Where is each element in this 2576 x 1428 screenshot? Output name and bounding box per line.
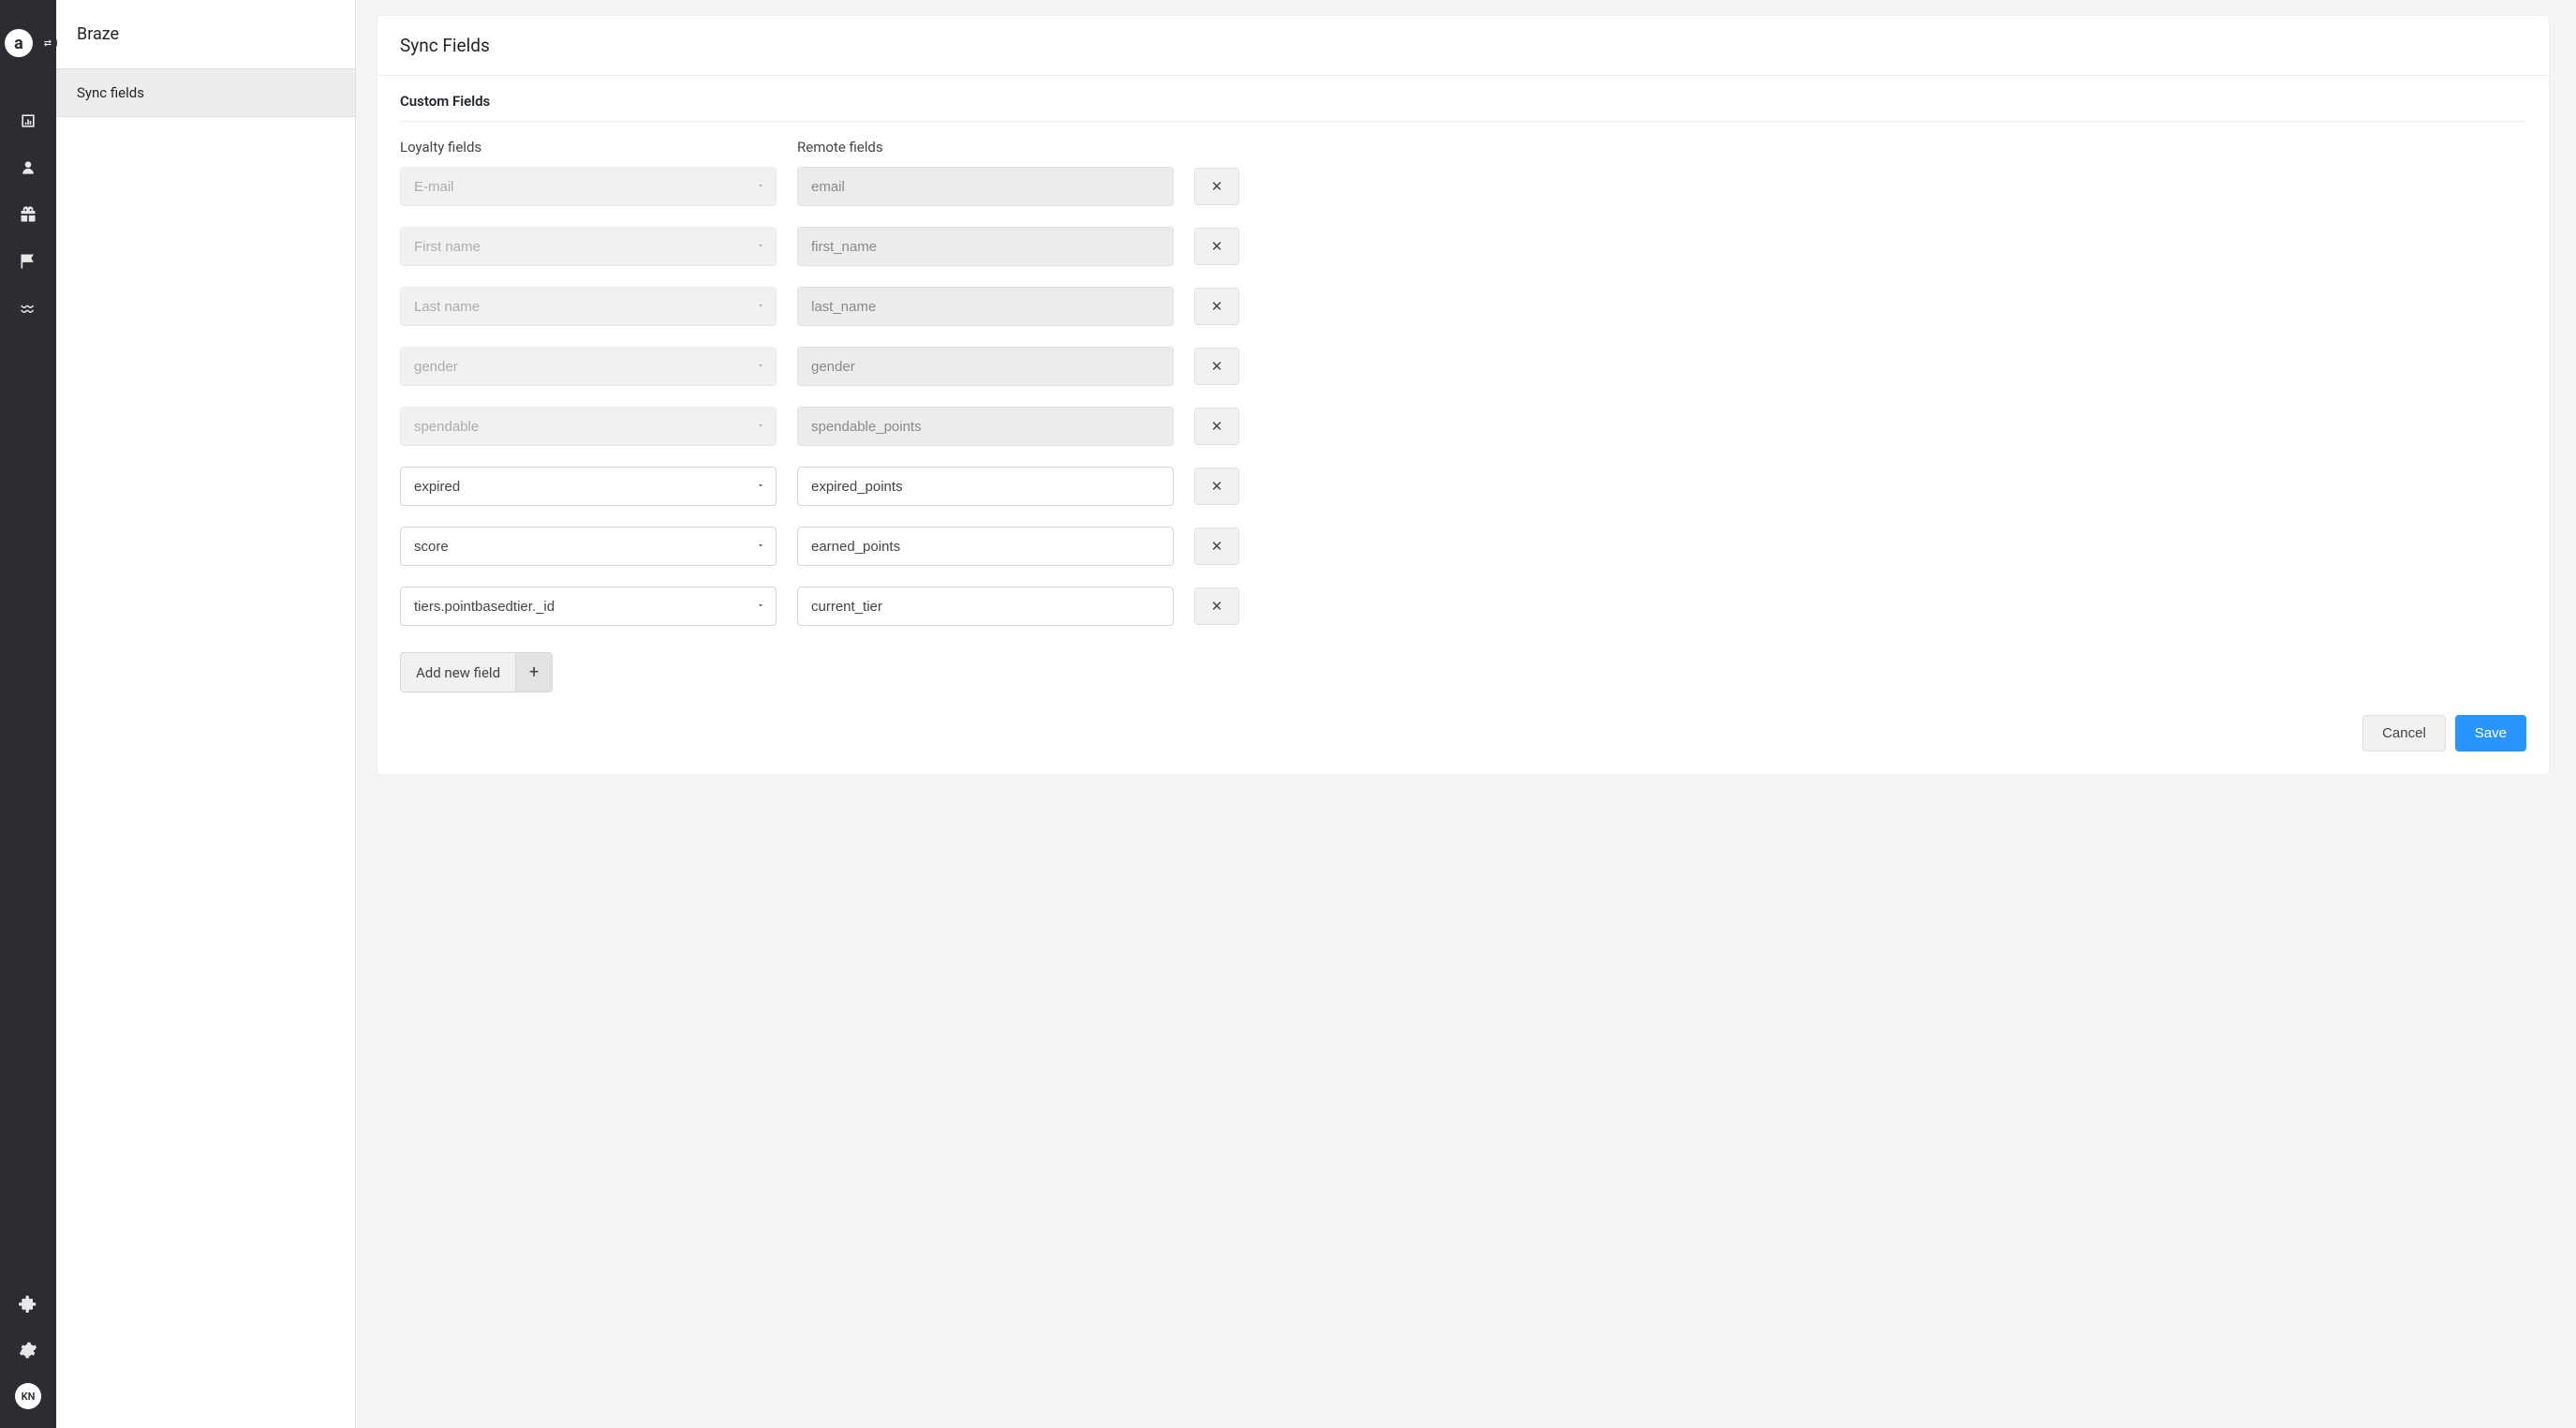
remote-field-input[interactable] xyxy=(797,587,1174,626)
rail-item-users[interactable] xyxy=(0,144,56,191)
remove-row-button[interactable]: ✕ xyxy=(1194,228,1239,265)
loyalty-field-select[interactable]: expired xyxy=(400,467,777,506)
side-panel: Braze Sync fields xyxy=(56,0,356,1428)
close-icon: ✕ xyxy=(1211,358,1223,375)
loyalty-field-select: spendable xyxy=(400,407,777,446)
card-body: Custom Fields Loyalty fields Remote fiel… xyxy=(378,76,2549,774)
loyalty-select-wrap: score xyxy=(400,527,777,566)
user-avatar[interactable]: KN xyxy=(15,1383,41,1409)
loyalty-select-wrap: tiers.pointbasedtier._id xyxy=(400,587,777,626)
loyalty-select-wrap: E-mail xyxy=(400,167,777,206)
logo-circle: a xyxy=(5,29,33,57)
puzzle-icon xyxy=(19,1294,37,1313)
sidebar-item-sync-fields[interactable]: Sync fields xyxy=(56,68,355,117)
close-icon: ✕ xyxy=(1211,418,1223,435)
loyalty-select-wrap: expired xyxy=(400,467,777,506)
remote-input-wrap xyxy=(797,407,1174,446)
sync-fields-card: Sync Fields Custom Fields Loyalty fields… xyxy=(377,15,2550,775)
remove-row-button[interactable]: ✕ xyxy=(1194,528,1239,565)
field-row: score ✕ xyxy=(400,527,2526,566)
remove-row-button[interactable]: ✕ xyxy=(1194,348,1239,385)
remote-input-wrap xyxy=(797,467,1174,506)
remove-row-button[interactable]: ✕ xyxy=(1194,408,1239,445)
nav-rail: a ⇄ KN xyxy=(0,0,56,1428)
loyalty-select-wrap: First name xyxy=(400,227,777,266)
swap-icon: ⇄ xyxy=(38,34,57,52)
rail-item-settings[interactable] xyxy=(0,1327,56,1374)
remote-field-input xyxy=(797,167,1174,206)
users-icon xyxy=(19,158,37,177)
app-root: a ⇄ KN Braze Sync fie xyxy=(0,0,2576,1428)
waves-icon xyxy=(19,299,37,318)
loyalty-field-select[interactable]: tiers.pointbasedtier._id xyxy=(400,587,777,626)
close-icon: ✕ xyxy=(1211,598,1223,615)
plus-icon: + xyxy=(515,653,552,692)
close-icon: ✕ xyxy=(1211,538,1223,555)
loyalty-select-wrap: gender xyxy=(400,347,777,386)
field-rows: E-mail✕First name✕Last name✕gender✕spend… xyxy=(400,167,2526,626)
rail-item-audiences[interactable] xyxy=(0,285,56,332)
loyalty-select-wrap: Last name xyxy=(400,287,777,326)
remote-input-wrap xyxy=(797,167,1174,206)
remote-input-wrap xyxy=(797,587,1174,626)
rail-item-campaigns[interactable] xyxy=(0,238,56,285)
actions-row: Cancel Save xyxy=(400,715,2526,751)
remote-field-input xyxy=(797,287,1174,326)
remote-input-wrap xyxy=(797,527,1174,566)
avatar-initials: KN xyxy=(22,1391,36,1403)
field-row: E-mail ✕ xyxy=(400,167,2526,206)
field-row: First name ✕ xyxy=(400,227,2526,266)
loyalty-field-select[interactable]: score xyxy=(400,527,777,566)
logo-letter: a xyxy=(14,34,23,53)
col-remote-label: Remote fields xyxy=(797,139,1174,156)
loyalty-field-select: E-mail xyxy=(400,167,777,206)
loyalty-select-wrap: spendable xyxy=(400,407,777,446)
columns-header: Loyalty fields Remote fields xyxy=(400,139,2526,156)
panel-title: Braze xyxy=(56,0,355,68)
rail-item-integrations[interactable] xyxy=(0,1280,56,1327)
field-row: gender ✕ xyxy=(400,347,2526,386)
remote-input-wrap xyxy=(797,227,1174,266)
close-icon: ✕ xyxy=(1211,238,1223,255)
col-loyalty-label: Loyalty fields xyxy=(400,139,777,156)
loyalty-field-select: gender xyxy=(400,347,777,386)
field-row: expired ✕ xyxy=(400,467,2526,506)
close-icon: ✕ xyxy=(1211,178,1223,195)
remote-field-input[interactable] xyxy=(797,467,1174,506)
card-title: Sync Fields xyxy=(378,16,2549,76)
save-button[interactable]: Save xyxy=(2455,715,2526,751)
field-row: spendable ✕ xyxy=(400,407,2526,446)
gear-icon xyxy=(19,1341,37,1360)
cancel-button[interactable]: Cancel xyxy=(2362,715,2446,751)
field-row: Last name ✕ xyxy=(400,287,2526,326)
remote-input-wrap xyxy=(797,347,1174,386)
remove-row-button[interactable]: ✕ xyxy=(1194,468,1239,505)
remote-field-input xyxy=(797,347,1174,386)
gift-icon xyxy=(19,205,37,224)
dashboard-icon xyxy=(19,112,37,130)
remove-row-button[interactable]: ✕ xyxy=(1194,588,1239,625)
remote-field-input[interactable] xyxy=(797,527,1174,566)
remote-field-input xyxy=(797,407,1174,446)
rail-item-rewards[interactable] xyxy=(0,191,56,238)
remove-row-button[interactable]: ✕ xyxy=(1194,288,1239,325)
close-icon: ✕ xyxy=(1211,478,1223,495)
remove-row-button[interactable]: ✕ xyxy=(1194,168,1239,205)
add-field-button[interactable]: Add new field + xyxy=(400,652,553,692)
logo-badge[interactable]: a ⇄ xyxy=(5,26,52,60)
flag-icon xyxy=(19,252,37,271)
remote-field-input xyxy=(797,227,1174,266)
section-title: Custom Fields xyxy=(400,93,2526,122)
rail-item-dashboard[interactable] xyxy=(0,97,56,144)
field-row: tiers.pointbasedtier._id ✕ xyxy=(400,587,2526,626)
loyalty-field-select: First name xyxy=(400,227,777,266)
loyalty-field-select: Last name xyxy=(400,287,777,326)
remote-input-wrap xyxy=(797,287,1174,326)
main-area: Sync Fields Custom Fields Loyalty fields… xyxy=(356,0,2576,1428)
add-field-label: Add new field xyxy=(401,653,515,692)
close-icon: ✕ xyxy=(1211,298,1223,315)
